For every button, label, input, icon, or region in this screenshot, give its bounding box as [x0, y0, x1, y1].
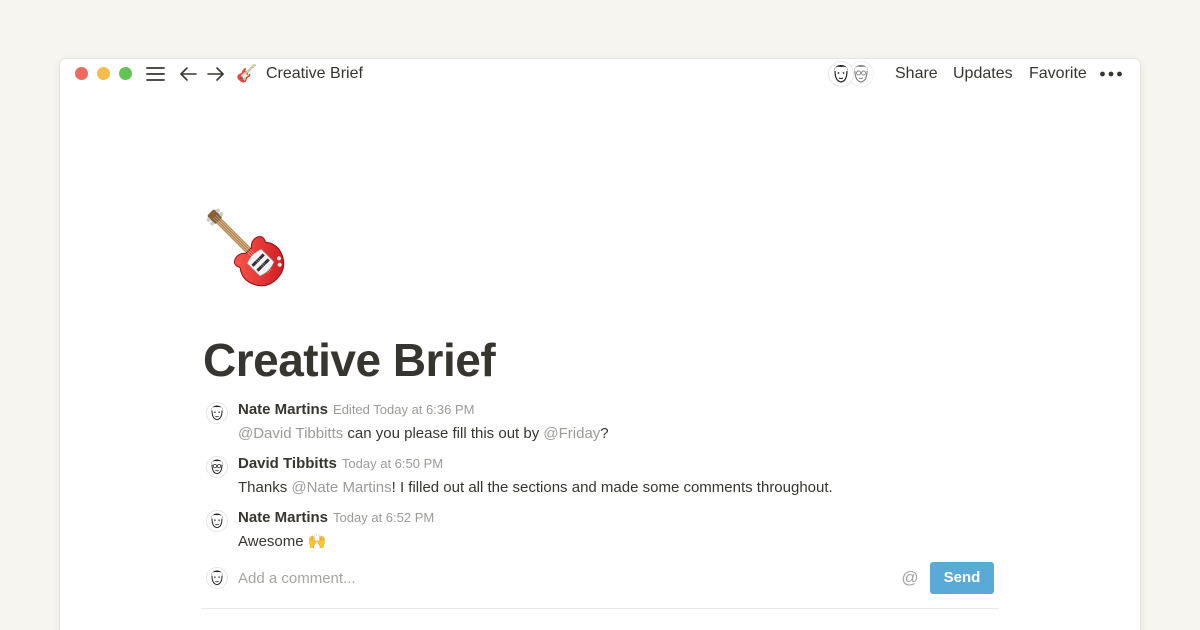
updates-button[interactable]: Updates — [953, 64, 1013, 84]
comment-timestamp: Today at 6:50 PM — [341, 456, 444, 471]
comment-header: Nate Martins Today at 6:52 PM — [238, 508, 434, 528]
comment-body: Thanks @Nate Martins! I filled out all t… — [238, 478, 833, 498]
comment-item[interactable]: Nate Martins Today at 6:52 PM Awesome 🙌 — [206, 508, 1006, 562]
back-arrow-icon[interactable] — [179, 64, 198, 84]
window-maximize-button[interactable] — [119, 67, 132, 80]
comment-avatar-icon[interactable] — [206, 456, 228, 478]
comment-avatar-icon[interactable] — [206, 402, 228, 424]
page-guitar-icon[interactable] — [202, 204, 298, 300]
comment-text: ! I filled out all the sections and made… — [391, 479, 833, 496]
hamburger-menu-icon[interactable] — [146, 64, 165, 84]
comment-input[interactable] — [238, 568, 878, 588]
app-window: 🎸 Creative Brief Share Updates Favorite … — [60, 59, 1140, 630]
share-button[interactable]: Share — [895, 64, 938, 84]
comment-thread: Nate Martins Edited Today at 6:36 PM @Davi… — [206, 400, 1006, 562]
comment-author[interactable]: Nate Martins — [238, 401, 328, 418]
comment-composer: @ Send — [206, 562, 994, 594]
comment-body: @David Tibbitts can you please fill this… — [238, 424, 609, 444]
comment-text: Awesome 🙌 — [238, 533, 327, 550]
comment-avatar-icon[interactable] — [206, 510, 228, 532]
window-minimize-button[interactable] — [97, 67, 110, 80]
comment-text: can you please fill this out by — [343, 425, 544, 442]
breadcrumb-guitar-icon[interactable]: 🎸 — [236, 64, 258, 84]
comment-timestamp: Today at 6:52 PM — [333, 510, 435, 525]
comment-header: David Tibbitts Today at 6:50 PM — [238, 454, 443, 474]
comment-text: ? — [600, 425, 609, 442]
comment-header: Nate Martins Edited Today at 6:36 PM — [238, 400, 474, 420]
send-button[interactable]: Send — [930, 562, 994, 594]
mention-link[interactable]: @Friday — [543, 425, 600, 442]
page-title[interactable]: Creative Brief — [203, 333, 496, 387]
window-close-button[interactable] — [75, 67, 88, 80]
comment-author[interactable]: Nate Martins — [238, 509, 328, 526]
mention-link[interactable]: @David Tibbitts — [238, 425, 343, 442]
comment-item[interactable]: Nate Martins Edited Today at 6:36 PM @Davi… — [206, 400, 1006, 454]
breadcrumb-page-title[interactable]: Creative Brief — [266, 64, 363, 84]
more-options-icon[interactable] — [1099, 64, 1123, 84]
avatar-nate-icon[interactable] — [828, 61, 854, 87]
comment-author[interactable]: David Tibbitts — [238, 455, 337, 472]
comment-item[interactable]: David Tibbitts Today at 6:50 PM Thanks @Na… — [206, 454, 1006, 508]
comment-timestamp: Edited Today at 6:36 PM — [333, 402, 475, 417]
forward-arrow-icon[interactable] — [206, 64, 225, 84]
favorite-button[interactable]: Favorite — [1029, 64, 1087, 84]
comment-body: Awesome 🙌 — [238, 532, 326, 552]
comment-text: Thanks — [238, 479, 292, 496]
divider — [201, 608, 999, 609]
collaborator-avatars[interactable] — [828, 60, 878, 88]
mention-at-icon[interactable]: @ — [900, 568, 920, 588]
current-user-avatar-icon — [206, 567, 228, 589]
mention-link[interactable]: @Nate Martins — [291, 479, 391, 496]
titlebar: 🎸 Creative Brief Share Updates Favorite — [60, 59, 1140, 89]
